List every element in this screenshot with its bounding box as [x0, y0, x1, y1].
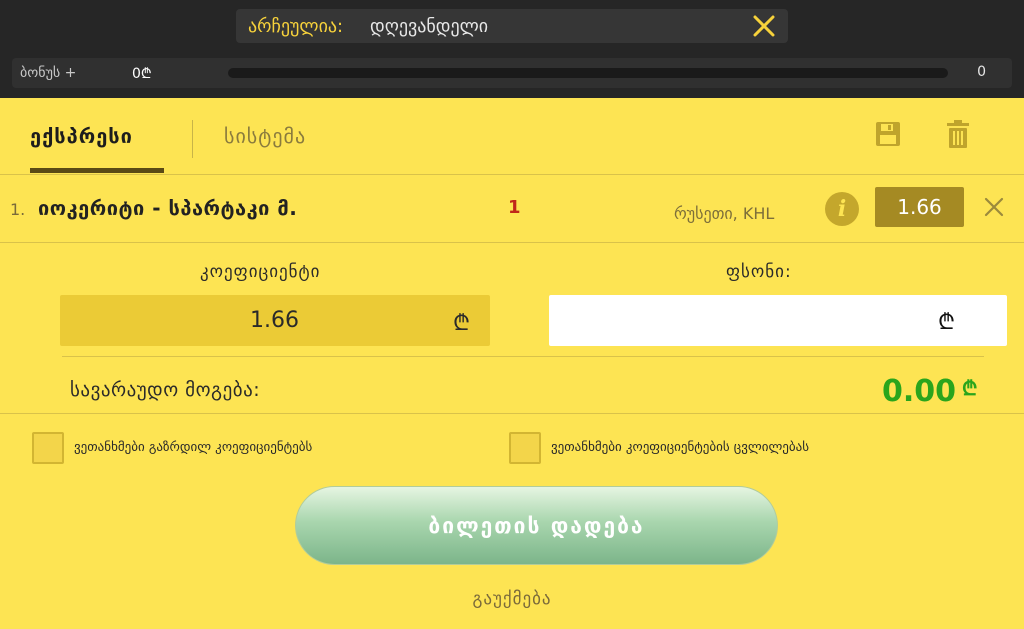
coefficient-label: კოეფიციენტი [200, 262, 321, 282]
remove-event-icon[interactable] [980, 192, 1008, 222]
accept-increased-odds-checkbox[interactable] [32, 432, 64, 464]
place-bet-button[interactable]: ბილეთის დადება [295, 486, 778, 565]
event-name: იოკერიტი - სპარტაკი მ. [38, 196, 298, 220]
divider [0, 174, 1024, 175]
coefficient-display: 1.66 ₾ [60, 295, 490, 346]
tab-system[interactable]: სისტემა [224, 124, 306, 148]
event-pick: 1 [508, 197, 521, 218]
tab-express[interactable]: ექსპრესი [30, 124, 133, 148]
lari-icon: ₾ [453, 311, 470, 336]
potential-payout-value: 0.00 [882, 374, 957, 409]
stake-label: ფსონი: [726, 262, 792, 282]
accept-increased-odds-label: ვეთანხმები გაზრდილ კოეფიციენტებს [74, 440, 313, 455]
accept-odds-change-label: ვეთანხმები კოეფიციენტების ცვლილებას [551, 440, 810, 455]
bet-slip-event: 1. იოკერიტი - სპარტაკი მ. 1 რუსეთი, KHL … [0, 176, 1024, 242]
tab-divider [192, 120, 193, 158]
info-icon[interactable]: i [825, 192, 859, 226]
trash-icon[interactable] [944, 118, 972, 150]
divider [62, 356, 984, 357]
divider [0, 242, 1024, 243]
close-icon[interactable] [750, 11, 778, 41]
active-tab-indicator [30, 168, 164, 173]
bonus-amount: 0₾ [132, 66, 152, 82]
filter-selector[interactable]: არჩეულია: დღევანდელი [236, 9, 788, 43]
coefficient-value: 1.66 [250, 308, 299, 333]
selected-value: დღევანდელი [370, 16, 489, 37]
event-number: 1. [10, 200, 26, 219]
event-league: რუსეთი, KHL [674, 204, 775, 223]
cancel-button[interactable]: გაუქმება [0, 589, 1024, 609]
accept-odds-change-checkbox[interactable] [509, 432, 541, 464]
stake-input[interactable] [549, 295, 1007, 346]
bonus-label: ბონუს + [20, 65, 77, 81]
potential-payout-label: სავარაუდო მოგება: [70, 379, 261, 401]
top-bar: არჩეულია: დღევანდელი ბონუს + 0₾ 0 [0, 0, 1024, 98]
odds-badge: 1.66 [875, 187, 964, 227]
bonus-max: 0 [977, 64, 986, 80]
save-icon[interactable] [874, 120, 902, 148]
selected-label: არჩეულია: [248, 16, 344, 37]
bonus-progress-bar [228, 68, 948, 78]
divider [0, 413, 1024, 414]
bonus-progress-row: ბონუს + 0₾ 0 [12, 58, 1012, 88]
lari-icon: ₾ [962, 376, 978, 400]
bet-type-tabs: ექსპრესი სისტემა [0, 98, 1024, 174]
